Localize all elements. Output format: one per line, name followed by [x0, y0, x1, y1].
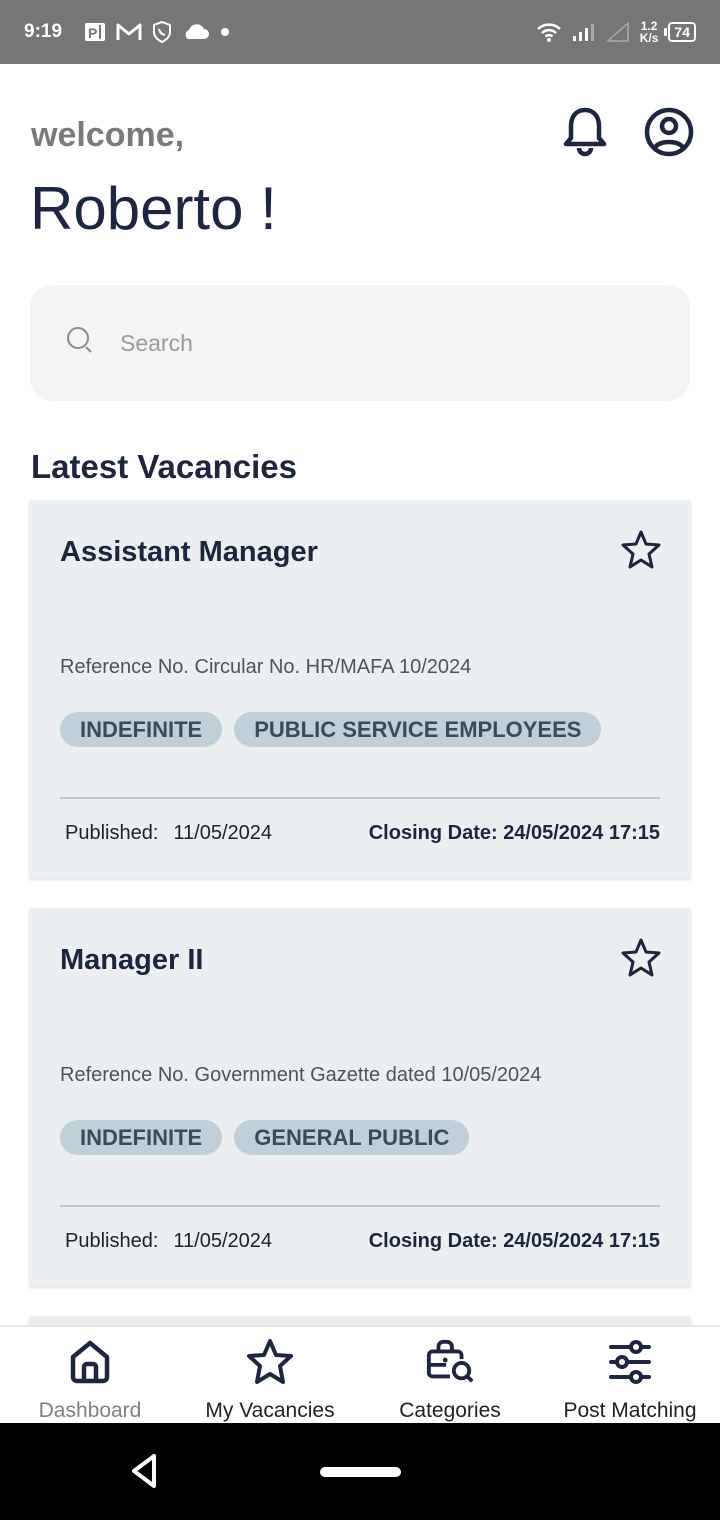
- nav-my-vacancies[interactable]: My Vacancies: [180, 1327, 360, 1423]
- star-icon: [245, 1337, 295, 1387]
- nav-label: My Vacancies: [205, 1399, 335, 1422]
- signal-icon: [572, 22, 596, 42]
- nav-label: Post Matching: [563, 1399, 697, 1422]
- tag-chip: PUBLIC SERVICE EMPLOYEES: [234, 712, 602, 747]
- nav-post-matching[interactable]: Post Matching: [540, 1327, 720, 1423]
- shield-phone-icon: [152, 21, 172, 43]
- card-divider: [60, 1205, 660, 1207]
- nav-label: Categories: [399, 1399, 501, 1422]
- vacancy-reference: Reference No. Circular No. HR/MAFA 10/20…: [60, 656, 472, 678]
- tag-chip: INDEFINITE: [60, 1120, 223, 1155]
- status-time: 9:19: [24, 21, 63, 42]
- network-speed: 1.2 K/s: [640, 20, 659, 44]
- tag-chip: INDEFINITE: [60, 712, 223, 747]
- vacancy-title: Manager II: [60, 944, 204, 976]
- user-name: Roberto !: [30, 175, 277, 242]
- vacancy-footer: Published: 11/05/2024 Closing Date: 24/0…: [65, 1230, 660, 1253]
- vacancy-card[interactable]: Manager II Reference No. Government Gaze…: [29, 908, 691, 1286]
- system-back-button[interactable]: [126, 1451, 166, 1491]
- vacancy-footer: Published: 11/05/2024 Closing Date: 24/0…: [65, 822, 660, 845]
- nav-categories[interactable]: Categories: [360, 1327, 540, 1423]
- nav-label: Dashboard: [38, 1399, 142, 1422]
- system-home-handle[interactable]: [320, 1467, 401, 1477]
- signal-empty-icon: [605, 22, 630, 42]
- vacancy-card[interactable]: Assistant Manager Reference No. Circular…: [29, 500, 691, 878]
- tag-chip: GENERAL PUBLIC: [234, 1120, 470, 1155]
- profile-button[interactable]: [641, 106, 697, 162]
- wifi-icon: [536, 21, 562, 43]
- published-label: Published:: [65, 1230, 159, 1252]
- network-speed-unit: K/s: [639, 31, 659, 45]
- home-icon: [65, 1337, 115, 1387]
- vacancy-tags: INDEFINITE GENERAL PUBLIC: [60, 1120, 470, 1155]
- pi-app-icon: P: [84, 21, 106, 43]
- status-bar: 9:19 P 1.2 K/s 74: [0, 0, 720, 64]
- gmail-icon: [116, 22, 142, 42]
- vacancy-tags: INDEFINITE PUBLIC SERVICE EMPLOYEES: [60, 712, 602, 747]
- closing-date: Closing Date: 24/05/2024 17:15: [368, 822, 660, 844]
- battery-indicator: 74: [664, 22, 696, 42]
- published-date: 11/05/2024: [173, 822, 273, 844]
- star-icon: [620, 529, 662, 576]
- closing-date: Closing Date: 24/05/2024 17:15: [368, 1230, 660, 1252]
- search-input[interactable]: [120, 329, 640, 357]
- briefcase-search-icon: [425, 1337, 475, 1387]
- dot-icon: [220, 27, 230, 37]
- system-navigation-bar: [0, 1423, 720, 1520]
- back-triangle-icon: [126, 1454, 166, 1495]
- star-icon: [620, 937, 662, 984]
- published-date: 11/05/2024: [173, 1230, 273, 1252]
- published-label: Published:: [65, 822, 159, 844]
- latest-vacancies-heading: Latest Vacancies: [31, 448, 297, 485]
- favorite-button[interactable]: [619, 530, 663, 574]
- profile-icon: [643, 106, 695, 163]
- nav-dashboard[interactable]: Dashboard: [0, 1327, 180, 1423]
- sliders-icon: [605, 1337, 655, 1387]
- welcome-greeting: welcome,: [31, 116, 185, 154]
- vacancy-title: Assistant Manager: [60, 536, 318, 568]
- search-icon: [66, 326, 96, 361]
- search-bar[interactable]: [30, 285, 690, 401]
- notifications-button[interactable]: [557, 106, 613, 162]
- card-divider: [60, 797, 660, 799]
- bell-icon: [561, 106, 609, 163]
- bottom-navigation: Dashboard My Vacancies Categories Post M…: [0, 1325, 720, 1423]
- svg-text:P: P: [88, 25, 97, 41]
- vacancy-reference: Reference No. Government Gazette dated 1…: [60, 1064, 542, 1086]
- cloud-icon: [182, 23, 210, 41]
- favorite-button[interactable]: [619, 938, 663, 982]
